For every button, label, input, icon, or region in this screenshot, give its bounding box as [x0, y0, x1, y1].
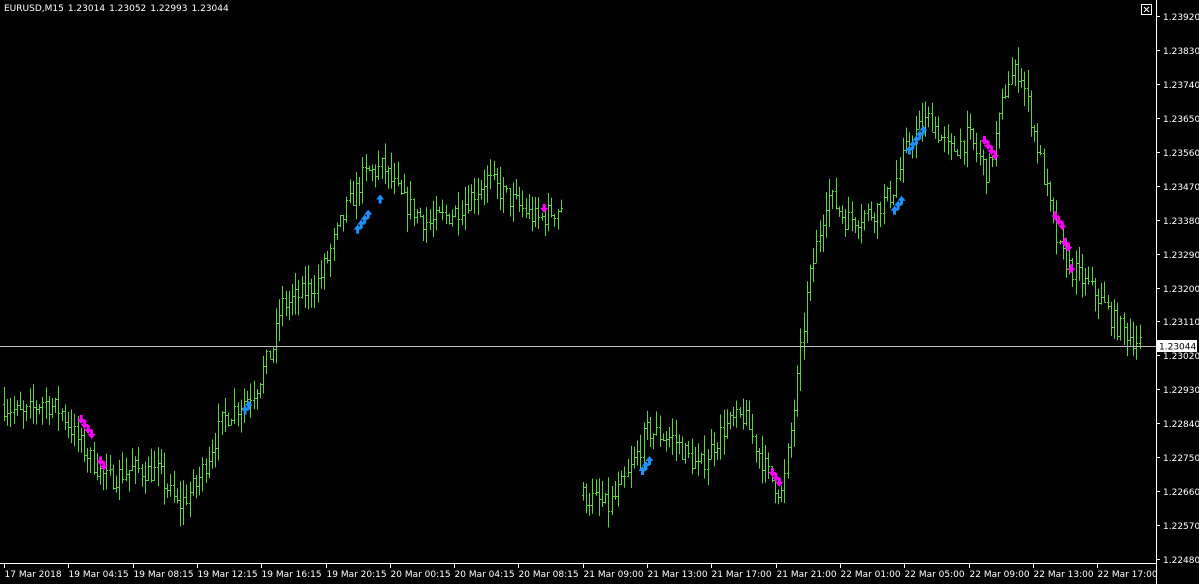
price-tick-label: 1.22840	[1163, 420, 1199, 430]
price-tick-label: 1.22930	[1163, 386, 1199, 396]
close-chart-icon[interactable]	[1141, 4, 1152, 15]
price-tick-label: 1.23380	[1163, 217, 1199, 227]
price-tick-label: 1.22750	[1163, 454, 1199, 464]
price-tick-label: 1.22570	[1163, 522, 1199, 532]
price-tick-label: 1.23560	[1163, 149, 1199, 159]
price-tick-label: 1.23650	[1163, 115, 1199, 125]
current-price-text: 1.23044	[1159, 343, 1196, 353]
time-tick-label: 21 Mar 21:00	[777, 570, 837, 580]
close-value: 1.23044	[191, 4, 229, 14]
price-tick-label: 1.23830	[1163, 47, 1199, 57]
time-tick-label: 20 Mar 00:15	[391, 570, 451, 580]
price-tick-label: 1.23470	[1163, 183, 1199, 193]
time-tick-label: 21 Mar 17:00	[712, 570, 772, 580]
time-tick-label: 19 Mar 08:15	[134, 570, 194, 580]
time-tick-label: 19 Mar 20:15	[327, 570, 387, 580]
price-tick-label: 1.23290	[1163, 251, 1199, 261]
high-value: 1.23052	[109, 4, 147, 14]
price-tick-label: 1.22660	[1163, 488, 1199, 498]
time-tick-label: 19 Mar 12:15	[198, 570, 258, 580]
price-tick-label: 1.23920	[1163, 13, 1199, 23]
price-tick-label: 1.23740	[1163, 81, 1199, 91]
symbol-label: EURUSD,M15	[4, 4, 64, 14]
price-tick-label: 1.23110	[1163, 318, 1199, 328]
chart-header: EURUSD,M15 1.23014 1.23052 1.22993 1.23044	[4, 4, 233, 14]
time-tick-label: 19 Mar 16:15	[262, 570, 322, 580]
time-tick-label: 20 Mar 04:15	[455, 570, 515, 580]
open-value: 1.23014	[67, 4, 106, 14]
time-tick-label: 20 Mar 08:15	[519, 570, 579, 580]
price-chart[interactable]: 1.23920 1.23830 1.23740 1.23650 1.23560 1.234…	[0, 0, 1199, 584]
price-tick-label: 1.23200	[1163, 285, 1199, 295]
low-value: 1.22993	[150, 4, 188, 14]
price-tick-label: 1.22480	[1163, 556, 1199, 566]
time-tick-label: 17 Mar 2018	[5, 570, 62, 580]
current-price-label: 1.23044	[1157, 340, 1197, 353]
time-tick-label: 22 Mar 01:00	[841, 570, 901, 580]
price-tick-label: 1.23020	[1163, 352, 1199, 362]
time-tick-label: 22 Mar 17:00	[1098, 570, 1158, 580]
time-tick-label: 21 Mar 09:00	[584, 570, 644, 580]
time-tick-label: 22 Mar 05:00	[905, 570, 965, 580]
time-tick-label: 22 Mar 13:00	[1034, 570, 1094, 580]
time-tick-label: 22 Mar 09:00	[970, 570, 1030, 580]
time-tick-label: 19 Mar 04:15	[69, 570, 129, 580]
time-tick-label: 21 Mar 13:00	[648, 570, 708, 580]
